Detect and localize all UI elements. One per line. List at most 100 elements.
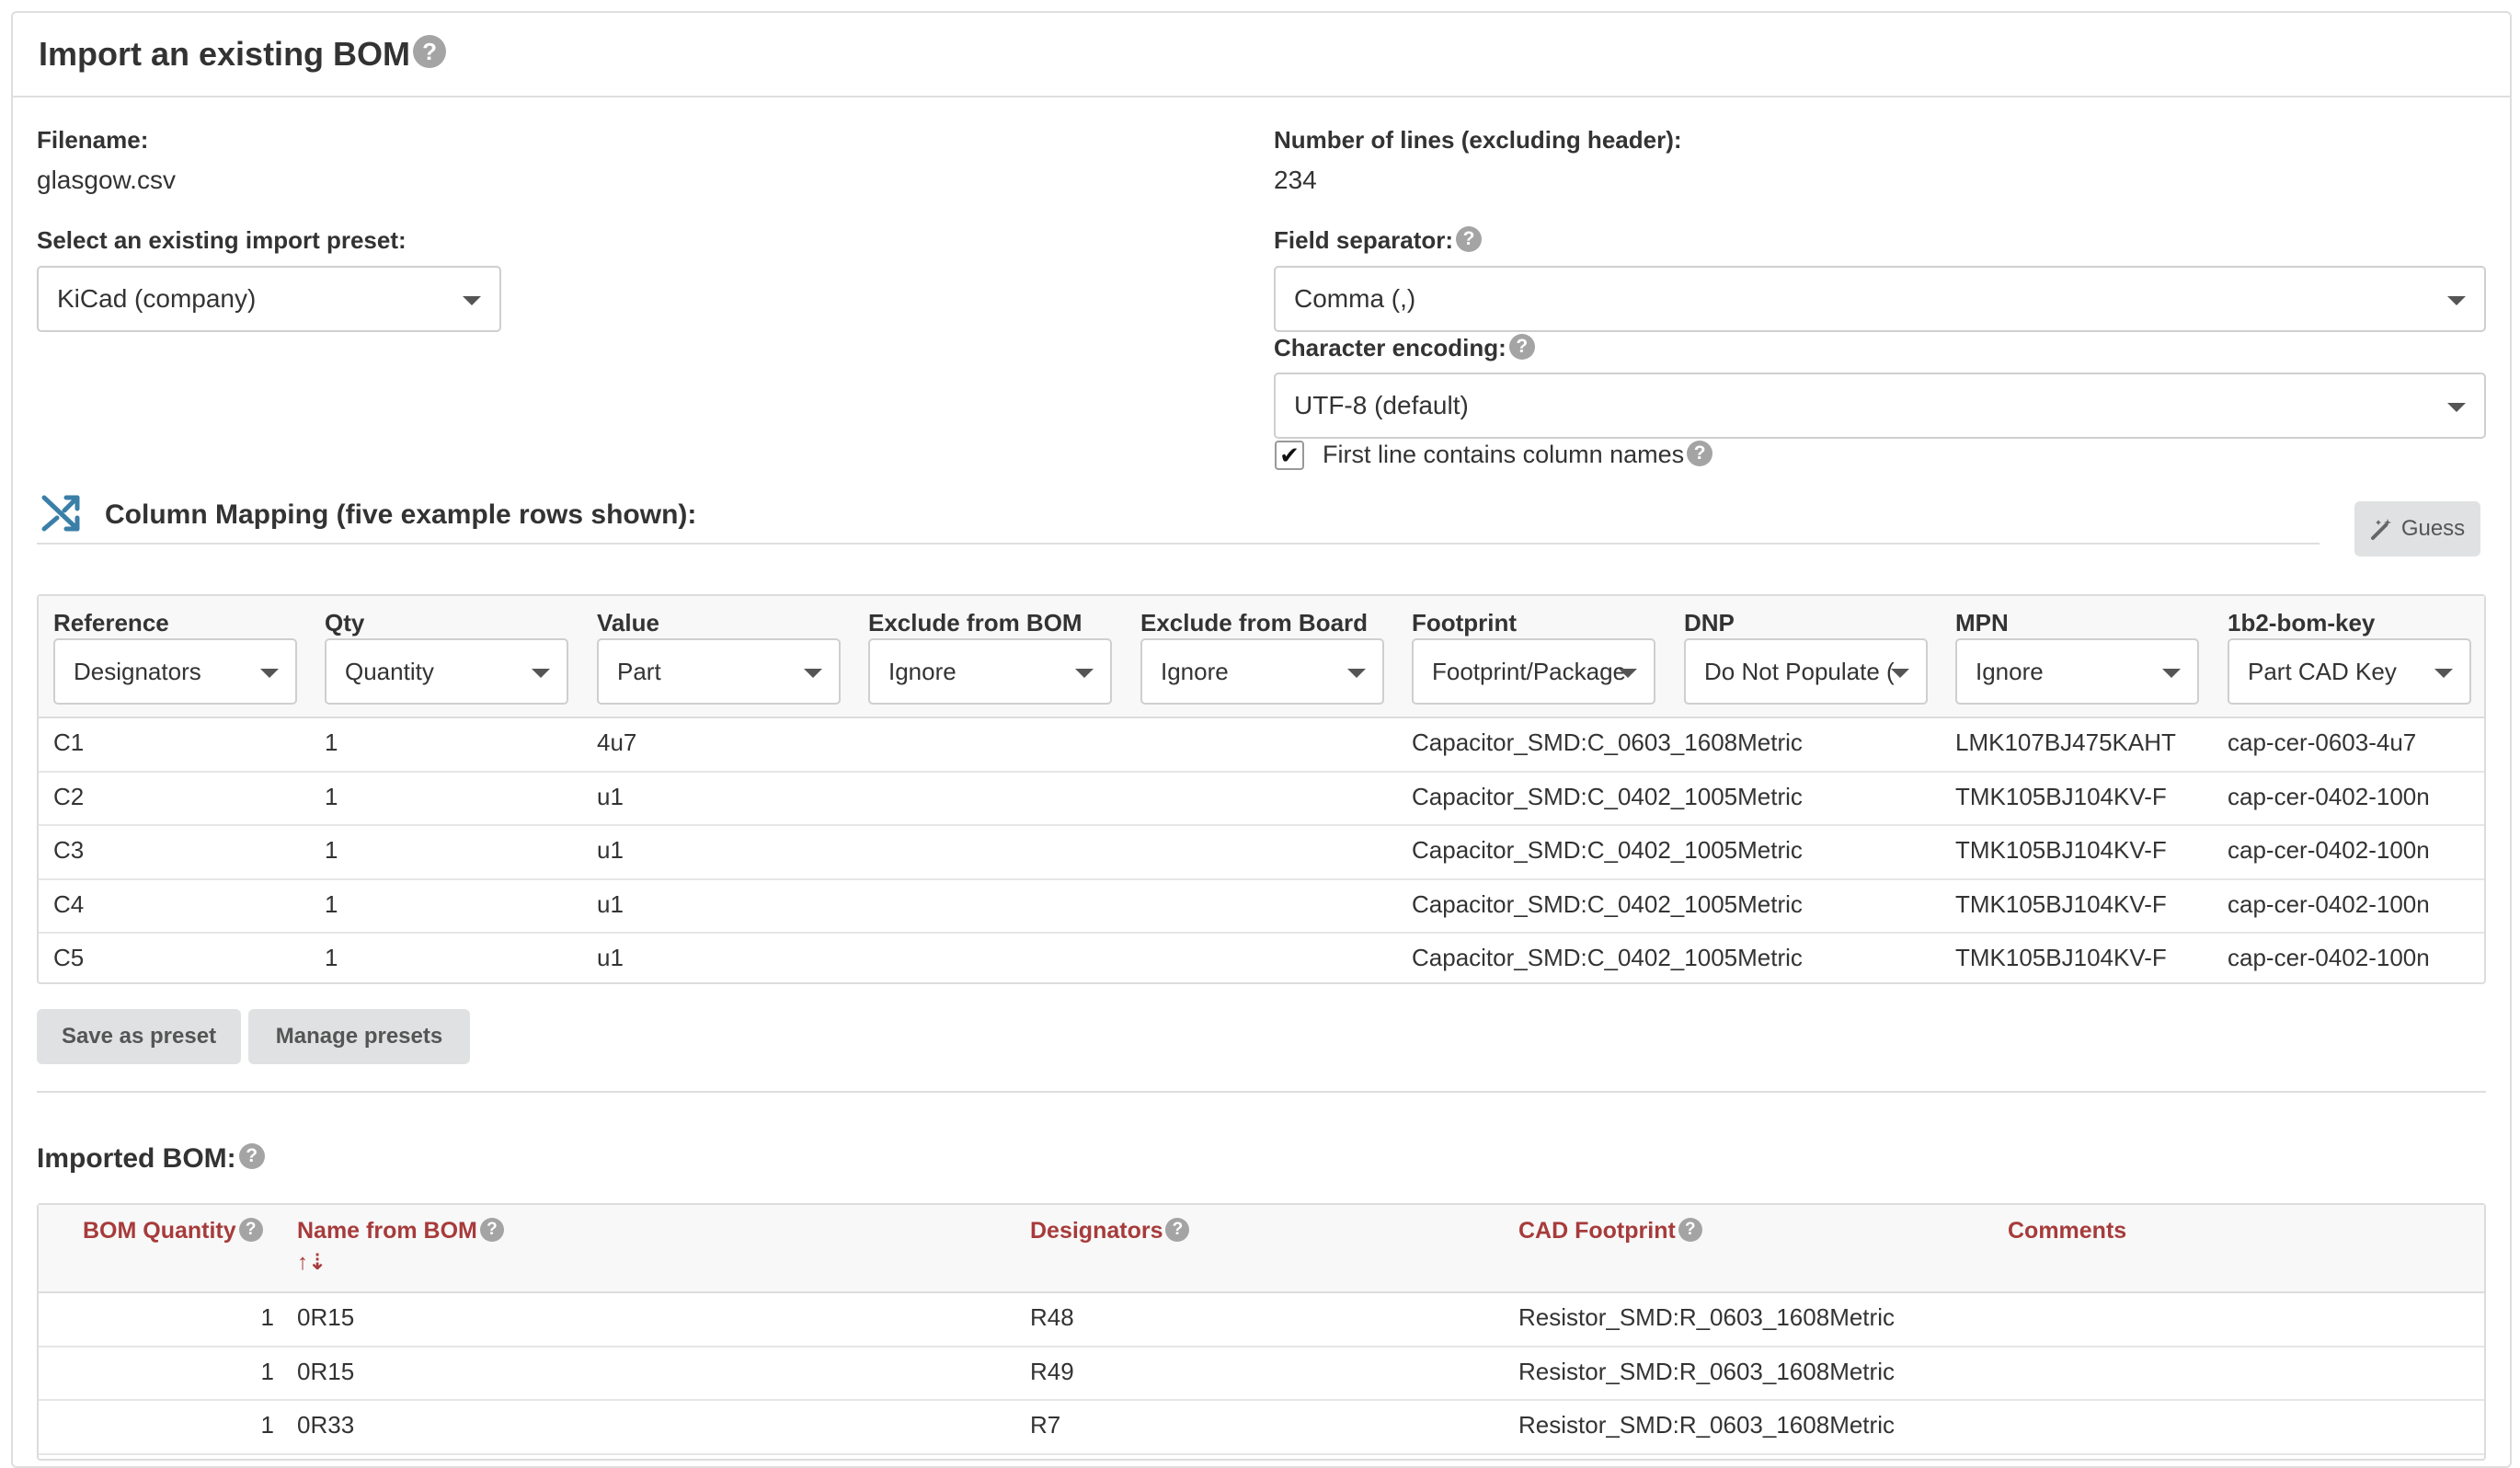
table-cell: C4 [53,889,85,918]
divider [37,1091,2486,1093]
imported-bom-title: Imported BOM:? [37,1143,265,1175]
table-cell: cap-cer-0402-100n [2228,944,2430,972]
table-cell-designators: R7 [1030,1411,1061,1439]
table-cell: C3 [53,836,85,865]
help-icon[interactable]: ? [1687,441,1713,466]
chevron-down-icon [1891,669,1909,678]
encoding-select[interactable]: UTF-8 (default) [1274,373,2486,439]
column-mapping-select[interactable]: Quantity [325,638,568,705]
mapping-table-row: C5 1 u1 Capacitor_SMD:C_0402_1005Metric TMK1… [39,932,2484,986]
page-title: Import an existing BOM? [39,35,447,74]
first-line-checkbox[interactable]: ✔ [1275,441,1304,470]
lines-value: 234 [1274,166,1317,194]
chevron-down-icon [532,669,550,678]
chevron-down-icon [260,669,279,678]
mapping-table-row: C3 1 u1 Capacitor_SMD:C_0402_1005Metric TMK1… [39,824,2484,880]
table-cell: C1 [53,728,85,756]
mapping-table-row: C4 1 u1 Capacitor_SMD:C_0402_1005Metric TMK1… [39,878,2484,935]
table-cell: cap-cer-0603-4u7 [2228,728,2417,756]
imported-table-row: 1 0R15 R48 Resistor_SMD:R_0603_1608Metric [39,1291,2484,1348]
table-cell: u1 [597,944,624,972]
table-cell-name: 0R15 [297,1303,355,1331]
table-cell-footprint: Resistor_SMD:R_0603_1608Metric [1518,1303,1895,1331]
imported-bom-table: BOM Quantity? Name from BOM? ↑⇣ Designat… [37,1203,2486,1461]
column-mapping-select[interactable]: Footprint/Package [1412,638,1655,705]
table-cell: u1 [597,836,624,865]
table-cell: C5 [53,944,85,972]
table-cell: TMK105BJ104KV-F [1955,836,2167,865]
table-cell: Capacitor_SMD:C_0402_1005Metric [1412,944,1803,972]
help-icon[interactable]: ? [1165,1218,1190,1242]
sort-header-name[interactable]: Name from BOM? [297,1218,504,1244]
mapping-title: Column Mapping (five example rows shown)… [105,499,697,530]
separator-label: Field separator:? [1274,226,1483,255]
guess-button[interactable]: Guess [2354,501,2480,556]
table-cell: 1 [325,889,338,918]
mapping-table-body: C1 1 4u7 Capacitor_SMD:C_0603_1608Metric LMK… [39,717,2484,982]
table-cell: Capacitor_SMD:C_0603_1608Metric [1412,728,1803,756]
help-icon[interactable]: ? [1508,334,1535,360]
lines-label: Number of lines (excluding header): [1274,126,1682,154]
column-mapping-select[interactable]: Ignore [1140,638,1384,705]
table-cell-footprint: Resistor_SMD:R_0603_1608Metric [1518,1411,1895,1439]
table-cell-qty: 1 [260,1357,274,1385]
mapping-table: Reference Qty Value Exclude from BOM Exc… [37,594,2486,984]
imported-table-header: BOM Quantity? Name from BOM? ↑⇣ Designat… [39,1205,2484,1293]
save-preset-button[interactable]: Save as preset [37,1009,241,1064]
sort-ascending-icon[interactable]: ↑⇣ [297,1249,326,1276]
sort-header-cad-footprint[interactable]: CAD Footprint? [1518,1218,1702,1244]
column-mapping-select[interactable]: Part CAD Key [2228,638,2471,705]
chevron-down-icon [804,669,822,678]
chevron-down-icon [2447,296,2466,305]
table-cell: 1 [325,782,338,810]
column-mapping-select[interactable]: Ignore [868,638,1112,705]
imported-table-body: 1 0R15 R48 Resistor_SMD:R_0603_1608Metric 1 0… [39,1291,2484,1459]
column-mapping-select[interactable]: Ignore [1955,638,2199,705]
help-icon[interactable]: ? [1678,1218,1702,1242]
chevron-down-icon [1619,669,1637,678]
column-header: Exclude from Board [1140,609,1369,637]
sort-header-bom-quantity[interactable]: BOM Quantity? [83,1218,263,1244]
manage-presets-button[interactable]: Manage presets [248,1009,470,1064]
table-cell-footprint: Resistor_SMD:R_0603_1608Metric [1518,1357,1895,1385]
help-icon[interactable]: ? [238,1143,265,1169]
imported-table-row: 1 0R33 R7 Resistor_SMD:R_0603_1608Metric [39,1399,2484,1455]
sort-header-comments[interactable]: Comments [2008,1218,2126,1244]
table-cell: cap-cer-0402-100n [2228,889,2430,918]
table-cell-name: 0R15 [297,1357,355,1385]
separator-select[interactable]: Comma (,) [1274,266,2486,332]
column-mapping-select[interactable]: Do Not Populate ( [1684,638,1928,705]
preset-select[interactable]: KiCad (company) [37,266,501,332]
table-cell: 1 [325,836,338,865]
panel-header: Import an existing BOM? [13,13,2510,97]
imported-table-row: 1 0R15 R49 Resistor_SMD:R_0603_1608Metric [39,1346,2484,1402]
column-header: 1b2-bom-key [2228,609,2376,637]
table-cell-name: 0R33 [297,1411,355,1439]
preset-label: Select an existing import preset: [37,226,407,254]
table-cell: Capacitor_SMD:C_0402_1005Metric [1412,836,1803,865]
help-icon[interactable]: ? [238,1218,263,1242]
table-cell: u1 [597,889,624,918]
help-icon[interactable]: ? [413,35,447,68]
column-mapping-select[interactable]: Designators [53,638,297,705]
sort-header-designators[interactable]: Designators? [1030,1218,1190,1244]
help-icon[interactable]: ? [479,1218,504,1242]
table-cell: Capacitor_SMD:C_0402_1005Metric [1412,889,1803,918]
table-cell: TMK105BJ104KV-F [1955,944,2167,972]
table-cell: 1 [325,944,338,972]
column-header: DNP [1684,609,1735,637]
table-cell: u1 [597,782,624,810]
divider [37,543,2320,545]
help-icon[interactable]: ? [1456,226,1483,252]
mapping-table-header: Reference Qty Value Exclude from BOM Exc… [39,596,2484,718]
filename-label: Filename: [37,126,149,154]
magic-wand-icon [2370,519,2391,540]
column-header: MPN [1955,609,2009,637]
table-cell: cap-cer-0402-100n [2228,836,2430,865]
chevron-down-icon [2162,669,2181,678]
column-mapping-select[interactable]: Part [597,638,841,705]
column-header: Reference [53,609,169,637]
column-header: Qty [325,609,365,637]
filename-value: glasgow.csv [37,166,176,194]
table-cell: 1 [325,728,338,756]
